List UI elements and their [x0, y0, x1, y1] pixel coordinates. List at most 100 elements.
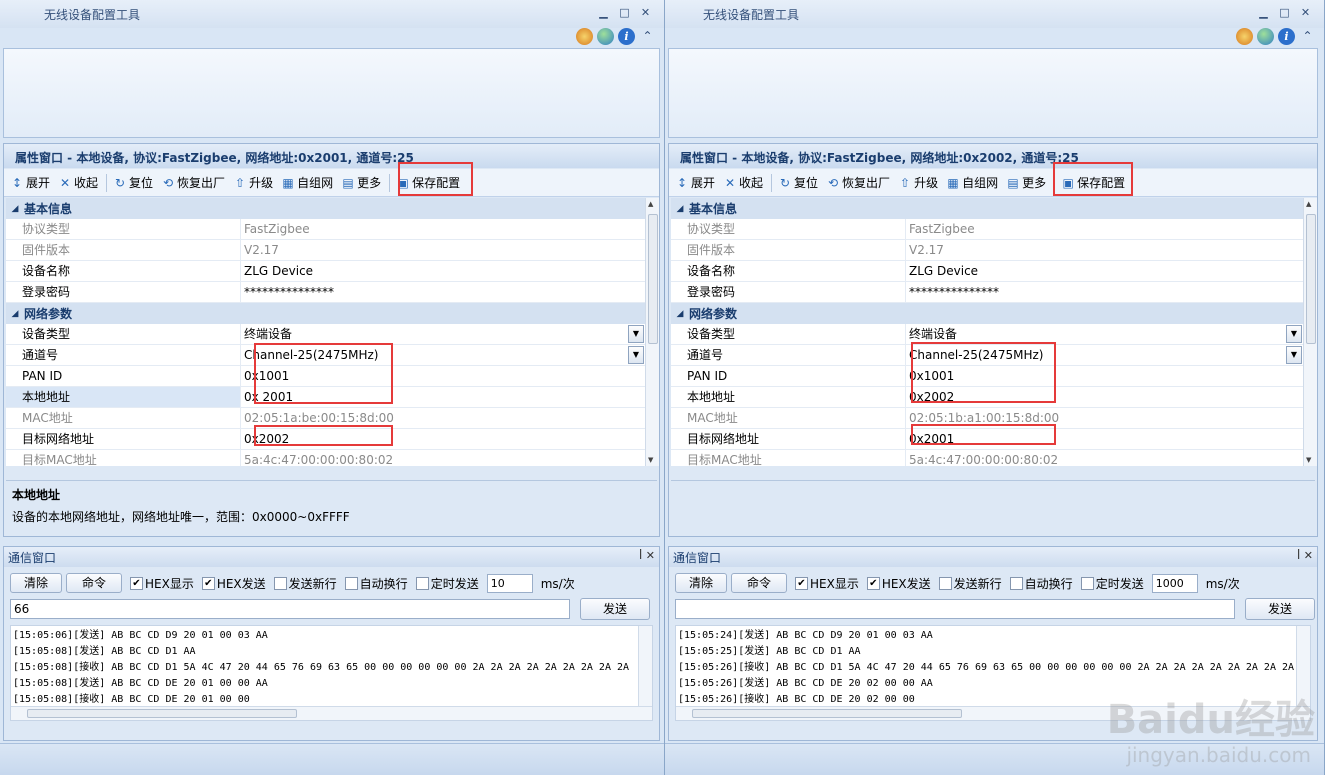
- checkbox-box[interactable]: ✔: [130, 576, 143, 590]
- grid-scrollbar[interactable]: ▲ ▼: [1303, 198, 1317, 466]
- grid-row[interactable]: 设备名称 ZLG Device: [6, 261, 645, 282]
- toolbar-button-2[interactable]: ↻ 复位: [778, 174, 818, 191]
- grid-row[interactable]: 设备名称 ZLG Device: [671, 261, 1303, 282]
- toolbar-button-1[interactable]: ✕ 收起: [723, 174, 763, 191]
- globe-icon[interactable]: [597, 28, 614, 45]
- send-button[interactable]: 发送: [580, 598, 650, 620]
- grid-row[interactable]: 设备类型 终端设备 ▼: [671, 324, 1303, 345]
- grid-row[interactable]: 目标网络地址 0x2001: [671, 429, 1303, 450]
- toolbar-button-4[interactable]: ⇧ 升级: [233, 174, 273, 191]
- minimize-button[interactable]: ▁: [1255, 5, 1272, 20]
- collapse-triangle-icon[interactable]: ◢: [671, 204, 689, 214]
- property-value[interactable]: Channel-25(2475MHz) ▼: [906, 345, 1303, 365]
- close-button[interactable]: ✕: [637, 5, 654, 20]
- grid-row[interactable]: 协议类型 FastZigbee: [671, 219, 1303, 240]
- property-value[interactable]: ZLG Device: [241, 261, 645, 281]
- checkbox-box[interactable]: [1009, 576, 1023, 590]
- ribbon-collapse-icon[interactable]: ⌃: [639, 28, 656, 45]
- property-value[interactable]: 终端设备 ▼: [241, 324, 645, 344]
- dropdown-arrow-icon[interactable]: ▼: [1286, 325, 1302, 343]
- maximize-button[interactable]: □: [1276, 5, 1293, 20]
- dropdown-arrow-icon[interactable]: ▼: [628, 346, 644, 364]
- property-toolbar[interactable]: ↕ 展开 ✕ 收起 ↻ 复位 ⟲ 恢复出厂 ⇧ 升级 ▦ 自组网 ▤ 更多 ▣ 保存配置: [669, 169, 1317, 197]
- minimize-button[interactable]: ▁: [595, 5, 612, 20]
- maximize-button[interactable]: □: [616, 5, 633, 20]
- send-input[interactable]: [10, 599, 570, 619]
- toolbar-button-1[interactable]: ✕ 收起: [58, 174, 98, 191]
- property-value[interactable]: 终端设备 ▼: [906, 324, 1303, 344]
- grid-section[interactable]: ◢ 基本信息: [671, 198, 1303, 219]
- option-checkbox[interactable]: ✔ HEX发送: [201, 575, 266, 592]
- checkbox-box[interactable]: [1080, 576, 1094, 590]
- log-vertical-scrollbar[interactable]: [638, 626, 652, 708]
- close-icon[interactable]: ✕: [1304, 549, 1313, 562]
- property-value[interactable]: 0x1001: [906, 366, 1303, 386]
- checkbox-box[interactable]: [938, 576, 952, 590]
- grid-row[interactable]: 登录密码 ***************: [6, 282, 645, 303]
- scroll-thumb[interactable]: [1306, 214, 1316, 344]
- option-checkbox[interactable]: 自动换行: [344, 575, 408, 592]
- collapse-triangle-icon[interactable]: ◢: [6, 309, 24, 319]
- grid-row[interactable]: PAN ID 0x1001: [671, 366, 1303, 387]
- property-value[interactable]: 0x2002: [241, 429, 645, 449]
- grid-scrollbar[interactable]: ▲ ▼: [645, 198, 659, 466]
- checkbox-box[interactable]: ✔: [866, 576, 880, 590]
- ribbon-collapse-icon[interactable]: ⌃: [1299, 28, 1316, 45]
- option-checkbox[interactable]: ✔ HEX显示: [795, 575, 859, 592]
- option-checkbox[interactable]: 发送新行: [273, 575, 337, 592]
- grid-row[interactable]: 协议类型 FastZigbee: [6, 219, 645, 240]
- toolbar-button-5[interactable]: ▦ 自组网: [281, 174, 333, 191]
- pin-icon[interactable]: ꟾ: [639, 549, 646, 562]
- toolbar-button-0[interactable]: ↕ 展开: [10, 174, 50, 191]
- checkbox-box[interactable]: ✔: [201, 576, 215, 590]
- option-checkbox[interactable]: 定时发送: [415, 575, 479, 592]
- toolbar-button-2[interactable]: ↻ 复位: [113, 174, 153, 191]
- grid-row[interactable]: 目标MAC地址 5a:4c:47:00:00:00:80:02: [6, 450, 645, 466]
- toolbar-button-6[interactable]: ▤ 更多: [341, 174, 381, 191]
- dropdown-arrow-icon[interactable]: ▼: [628, 325, 644, 343]
- checkbox-box[interactable]: [344, 576, 358, 590]
- option-checkbox[interactable]: 定时发送: [1080, 575, 1144, 592]
- toolbar-button-7[interactable]: ▣ 保存配置: [396, 174, 460, 191]
- checkbox-box[interactable]: [273, 576, 287, 590]
- grid-row[interactable]: 固件版本 V2.17: [671, 240, 1303, 261]
- send-input[interactable]: [675, 599, 1235, 619]
- command-button[interactable]: 命令: [731, 573, 787, 593]
- log-vertical-scrollbar[interactable]: [1296, 626, 1310, 708]
- property-value[interactable]: ***************: [241, 282, 645, 302]
- option-checkbox[interactable]: ✔ HEX发送: [866, 575, 931, 592]
- property-value[interactable]: 0x2002: [906, 387, 1303, 407]
- property-value[interactable]: ***************: [906, 282, 1303, 302]
- pin-icon[interactable]: ꟾ: [1297, 549, 1304, 562]
- checkbox-box[interactable]: ✔: [795, 576, 808, 590]
- dropdown-arrow-icon[interactable]: ▼: [1286, 346, 1302, 364]
- grid-row[interactable]: 目标网络地址 0x2002: [6, 429, 645, 450]
- grid-row[interactable]: MAC地址 02:05:1b:a1:00:15:8d:00: [671, 408, 1303, 429]
- option-checkbox[interactable]: 自动换行: [1009, 575, 1073, 592]
- collapse-triangle-icon[interactable]: ◢: [671, 309, 689, 319]
- property-toolbar[interactable]: ↕ 展开 ✕ 收起 ↻ 复位 ⟲ 恢复出厂 ⇧ 升级 ▦ 自组网 ▤ 更多 ▣ 保存配置: [4, 169, 659, 197]
- send-button[interactable]: 发送: [1245, 598, 1315, 620]
- option-checkbox[interactable]: 发送新行: [938, 575, 1002, 592]
- toolbar-button-7[interactable]: ▣ 保存配置: [1061, 174, 1125, 191]
- collapse-triangle-icon[interactable]: ◢: [6, 204, 24, 214]
- grid-row[interactable]: 通道号 Channel-25(2475MHz) ▼: [671, 345, 1303, 366]
- scroll-thumb[interactable]: [27, 709, 297, 718]
- command-button[interactable]: 命令: [66, 573, 122, 593]
- grid-row[interactable]: 登录密码 ***************: [671, 282, 1303, 303]
- checkbox-box[interactable]: [415, 576, 429, 590]
- scroll-thumb[interactable]: [692, 709, 962, 718]
- grid-section[interactable]: ◢ 基本信息: [6, 198, 645, 219]
- option-checkbox[interactable]: ✔ HEX显示: [130, 575, 194, 592]
- toolbar-button-6[interactable]: ▤ 更多: [1006, 174, 1046, 191]
- toolbar-button-3[interactable]: ⟲ 恢复出厂: [826, 174, 890, 191]
- grid-row[interactable]: PAN ID 0x1001: [6, 366, 645, 387]
- grid-row[interactable]: 通道号 Channel-25(2475MHz) ▼: [6, 345, 645, 366]
- log-horizontal-scrollbar[interactable]: [11, 706, 652, 720]
- scroll-up-arrow-icon[interactable]: ▲: [648, 200, 653, 208]
- toolbar-button-4[interactable]: ⇧ 升级: [898, 174, 938, 191]
- scroll-thumb[interactable]: [648, 214, 658, 344]
- interval-input[interactable]: [1151, 573, 1198, 593]
- log-horizontal-scrollbar[interactable]: [676, 706, 1310, 720]
- property-value[interactable]: 0x2001: [906, 429, 1303, 449]
